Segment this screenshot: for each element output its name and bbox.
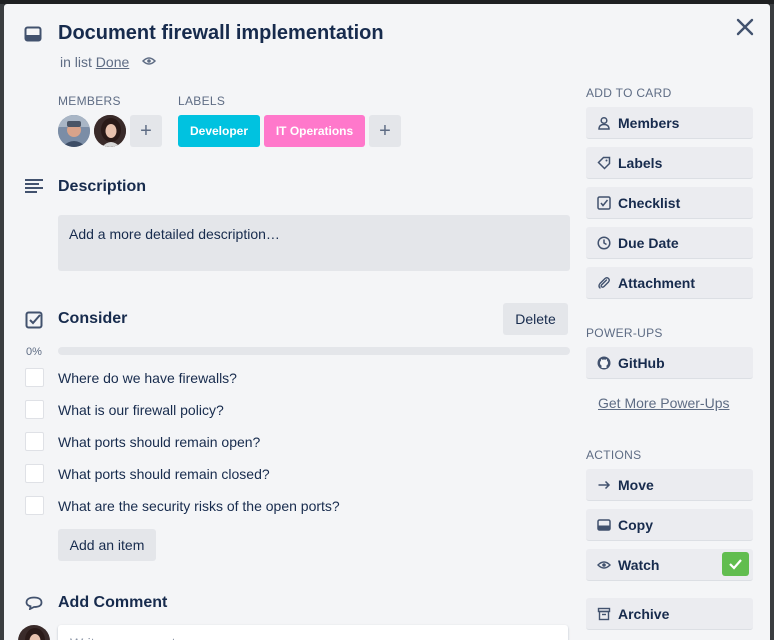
card-list-info: in list Done xyxy=(60,54,129,70)
close-icon[interactable] xyxy=(734,16,756,38)
arrow-right-icon xyxy=(598,480,611,490)
checklist-item[interactable]: What is our firewall policy? xyxy=(58,402,224,418)
check-icon xyxy=(729,559,742,570)
checklist-title[interactable]: Consider xyxy=(58,310,127,328)
attachment-button[interactable]: Attachment xyxy=(586,267,753,299)
checklist-item-checkbox[interactable] xyxy=(25,400,44,419)
paperclip-icon xyxy=(598,277,610,289)
checklist-item-checkbox[interactable] xyxy=(25,432,44,451)
comment-icon xyxy=(25,596,43,610)
current-user-avatar xyxy=(18,625,50,640)
members-button[interactable]: Members xyxy=(586,107,753,139)
checklist-item[interactable]: What ports should remain closed? xyxy=(58,466,270,482)
checklist-item[interactable]: Where do we have firewalls? xyxy=(58,370,237,386)
attachment-button-label: Attachment xyxy=(618,275,696,291)
list-link[interactable]: Done xyxy=(96,54,129,70)
tag-icon xyxy=(597,156,611,170)
labels-heading: LABELS xyxy=(178,94,226,108)
member-avatar-1 xyxy=(58,115,90,147)
power-ups-heading: POWER-UPS xyxy=(586,326,663,340)
watch-button[interactable]: Watch xyxy=(586,549,753,581)
move-button-label: Move xyxy=(618,477,654,493)
checklist-item[interactable]: What ports should remain open? xyxy=(58,434,260,450)
avatar[interactable] xyxy=(58,115,90,147)
members-heading: MEMBERS xyxy=(58,94,121,108)
checklist-button[interactable]: Checklist xyxy=(586,187,753,219)
github-button-label: GitHub xyxy=(618,355,665,371)
due-date-button-label: Due Date xyxy=(618,235,679,251)
clock-icon xyxy=(597,236,611,250)
label-developer[interactable]: Developer xyxy=(178,115,260,147)
description-input[interactable]: Add a more detailed description… xyxy=(58,215,570,271)
description-icon xyxy=(25,179,43,193)
archive-icon xyxy=(597,607,611,621)
add-member-button[interactable]: + xyxy=(130,115,162,147)
copy-button[interactable]: Copy xyxy=(586,509,753,541)
github-icon xyxy=(597,356,611,370)
archive-button[interactable]: Archive xyxy=(586,598,753,630)
card-title[interactable]: Document firewall implementation xyxy=(58,22,384,45)
actions-heading: ACTIONS xyxy=(586,448,642,462)
card-detail-window: Document firewall implementation in list… xyxy=(4,4,770,640)
checklist-item[interactable]: What are the security risks of the open … xyxy=(58,498,340,514)
description-title: Description xyxy=(58,178,147,195)
label-it-operations[interactable]: IT Operations xyxy=(264,115,365,147)
move-button[interactable]: Move xyxy=(586,469,753,501)
add-comment-title: Add Comment xyxy=(58,594,168,611)
card-icon xyxy=(24,26,42,42)
checklist-icon xyxy=(25,311,43,329)
in-list-prefix: in list xyxy=(60,54,92,70)
card-icon xyxy=(597,519,611,531)
eye-icon xyxy=(597,561,611,569)
person-icon xyxy=(598,116,610,130)
add-to-card-heading: ADD TO CARD xyxy=(586,86,672,100)
checklist-item-checkbox[interactable] xyxy=(25,464,44,483)
avatar[interactable] xyxy=(94,115,126,147)
member-avatar-2 xyxy=(94,115,126,147)
checklist-progress-bar xyxy=(58,347,570,355)
checklist-button-label: Checklist xyxy=(618,195,681,211)
labels-button-label: Labels xyxy=(618,155,663,171)
due-date-button[interactable]: Due Date xyxy=(586,227,753,259)
watching-check-badge xyxy=(722,552,749,576)
archive-button-label: Archive xyxy=(618,606,670,622)
checklist-item-checkbox[interactable] xyxy=(25,496,44,515)
eye-icon xyxy=(142,57,156,65)
get-more-power-ups-link[interactable]: Get More Power-Ups xyxy=(598,395,729,411)
checklist-icon xyxy=(597,196,611,210)
avatar xyxy=(18,625,50,640)
labels-button[interactable]: Labels xyxy=(586,147,753,179)
checklist-item-checkbox[interactable] xyxy=(25,368,44,387)
add-checklist-item-button[interactable]: Add an item xyxy=(58,529,156,561)
copy-button-label: Copy xyxy=(618,517,653,533)
add-label-button[interactable]: + xyxy=(369,115,401,147)
comment-input[interactable]: Write a comment… xyxy=(58,625,568,640)
watch-button-label: Watch xyxy=(618,557,660,573)
checklist-progress-percent: 0% xyxy=(26,346,42,358)
members-button-label: Members xyxy=(618,115,680,131)
github-button[interactable]: GitHub xyxy=(586,347,753,379)
delete-checklist-button[interactable]: Delete xyxy=(503,303,568,335)
